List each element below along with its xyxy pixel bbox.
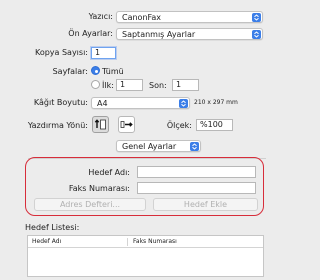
orientation-label: Yazdırma Yönü: — [27, 121, 88, 130]
paper-size-popup[interactable]: A4 — [91, 97, 190, 109]
portrait-button[interactable] — [92, 116, 109, 133]
printer-popup[interactable]: CanonFax — [116, 11, 263, 23]
pages-from-field[interactable]: 1 — [116, 79, 143, 91]
destination-list-table[interactable]: Hedef Adı Faks Numarası — [27, 235, 264, 277]
pages-all-radio[interactable] — [91, 66, 100, 75]
column-header-fax[interactable]: Faks Numarası — [133, 236, 177, 247]
copies-label: Kopya Sayısı: — [34, 48, 88, 57]
column-header-name[interactable]: Hedef Adı — [32, 236, 61, 247]
presets-popup[interactable]: Saptanmış Ayarlar — [116, 28, 263, 40]
pages-to-field[interactable]: 1 — [172, 79, 199, 91]
copies-field[interactable]: 1 — [91, 47, 116, 59]
paper-size-label: Kâğıt Boyutu: — [33, 98, 88, 107]
printer-label: Yazıcı: — [88, 12, 113, 21]
section-popup-value: Genel Ayarlar — [122, 142, 177, 151]
printer-value: CanonFax — [122, 13, 162, 22]
destination-list-header: Hedef Adı Faks Numarası — [28, 236, 263, 248]
popup-arrows-icon — [179, 99, 188, 108]
column-separator — [127, 238, 128, 246]
portrait-icon — [94, 119, 106, 130]
popup-arrows-icon — [252, 30, 261, 39]
scale-field[interactable]: %100 — [196, 119, 233, 131]
destination-list-title: Hedef Listesi: — [25, 223, 80, 232]
section-popup[interactable]: Genel Ayarlar — [116, 140, 201, 152]
popup-arrows-icon — [252, 13, 261, 22]
highlight-frame — [25, 157, 264, 216]
paper-size-value: A4 — [97, 99, 108, 108]
landscape-icon — [120, 121, 133, 128]
scale-label: Ölçek: — [166, 121, 192, 130]
popup-arrows-icon — [190, 142, 199, 151]
presets-label: Ön Ayarlar: — [68, 29, 113, 38]
pages-range-radio[interactable] — [91, 80, 100, 89]
pages-all-label: Tümü — [102, 67, 124, 76]
landscape-button[interactable] — [118, 116, 135, 133]
pages-to-label: Son: — [149, 81, 167, 90]
presets-value: Saptanmış Ayarlar — [122, 30, 196, 39]
pages-from-label: İlk: — [102, 81, 114, 90]
paper-dimensions: 210 x 297 mm — [194, 99, 238, 106]
pages-label: Sayfalar: — [52, 67, 88, 76]
